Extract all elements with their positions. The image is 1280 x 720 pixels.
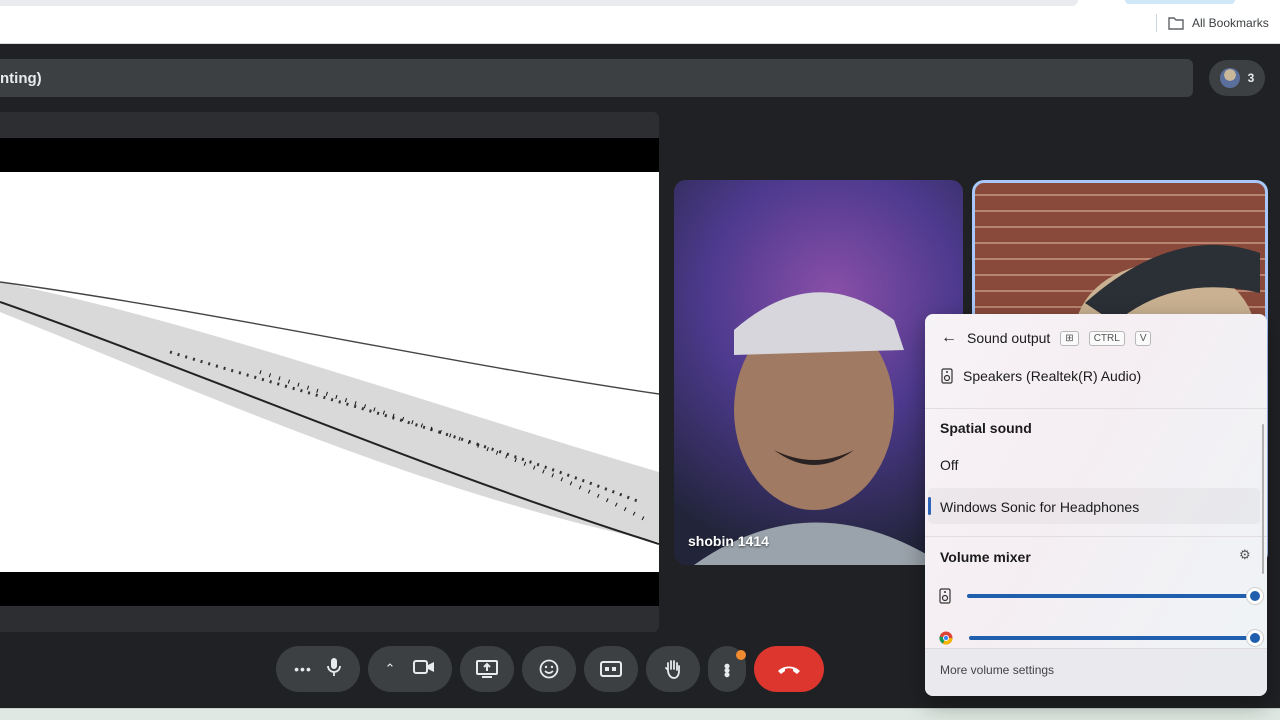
hang-up-icon — [778, 666, 800, 674]
present-screen-button[interactable] — [460, 646, 514, 692]
speakers-volume-slider[interactable] — [967, 588, 1263, 604]
speaker-icon — [939, 588, 951, 604]
output-device-item[interactable]: Speakers (Realtek(R) Audio) — [941, 368, 1141, 384]
sound-output-header: ← Sound output ⊞ CTRL V — [941, 328, 1152, 348]
notification-dot — [736, 650, 746, 660]
call-controls: ••• ⌃ ••• — [276, 646, 824, 692]
v-key: V — [1134, 330, 1152, 346]
output-device-label: Speakers (Realtek(R) Audio) — [963, 368, 1142, 384]
gear-icon[interactable]: ⚙ — [1239, 547, 1251, 563]
knife-sketch-image — [0, 281, 659, 545]
captions-icon — [600, 661, 622, 677]
sound-output-title: Sound output — [967, 330, 1051, 346]
chrome-volume-slider[interactable] — [969, 630, 1263, 646]
participant-count: 3 — [1247, 71, 1255, 85]
address-bar[interactable] — [0, 0, 1078, 6]
more-options-button[interactable]: ••• — [708, 646, 746, 692]
presentation-slide — [0, 172, 659, 572]
flyout-scrollbar[interactable] — [1262, 424, 1264, 574]
volume-mixer-heading: Volume mixer — [940, 549, 1031, 565]
speaker-icon — [941, 368, 953, 384]
participant-video — [694, 292, 944, 565]
raise-hand-button[interactable] — [646, 646, 700, 692]
sound-output-flyout: ← Sound output ⊞ CTRL V Speakers (Realte… — [925, 314, 1267, 696]
slider-thumb[interactable] — [1247, 630, 1263, 646]
audio-controls-group: ••• — [276, 646, 360, 692]
bookmarks-separator — [1156, 14, 1157, 32]
captions-button[interactable] — [584, 646, 638, 692]
presentation-title-bar: nting) — [0, 59, 1193, 97]
chrome-icon — [939, 631, 953, 645]
camera-icon[interactable] — [413, 659, 435, 680]
all-bookmarks-button[interactable]: All Bookmarks — [1168, 14, 1269, 32]
more-vert-icon: ••• — [717, 662, 737, 676]
windows-taskbar — [0, 708, 1280, 720]
more-volume-settings-link[interactable]: More volume settings — [940, 663, 1054, 677]
chrome-volume-row — [939, 628, 1263, 648]
participant-avatar-icon — [1219, 68, 1240, 88]
profile-pill[interactable] — [1125, 0, 1235, 4]
present-screen-icon — [476, 660, 498, 678]
back-arrow-icon[interactable]: ← — [941, 329, 957, 347]
spatial-option-windows-sonic[interactable]: Windows Sonic for Headphones — [940, 499, 1139, 515]
emoji-icon — [539, 659, 559, 679]
hand-icon — [665, 660, 680, 679]
people-button[interactable]: 3 — [1209, 60, 1265, 96]
windows-key-icon: ⊞ — [1060, 330, 1079, 346]
slider-thumb[interactable] — [1247, 588, 1263, 604]
browser-chrome: All Bookmarks — [0, 0, 1280, 44]
speakers-volume-row — [939, 586, 1263, 606]
presentation-tile[interactable] — [0, 112, 659, 632]
video-controls-group: ⌃ — [368, 646, 452, 692]
spatial-sound-heading: Spatial sound — [940, 420, 1032, 436]
folder-icon — [1168, 17, 1184, 30]
spatial-option-off[interactable]: Off — [940, 457, 958, 473]
leave-call-button[interactable] — [754, 646, 824, 692]
reactions-button[interactable] — [522, 646, 576, 692]
presentation-title: nting) — [0, 69, 42, 87]
flyout-footer: More volume settings — [925, 648, 1267, 696]
all-bookmarks-label: All Bookmarks — [1192, 16, 1269, 30]
participant-name: shobin 1414 — [688, 533, 769, 549]
more-audio-options-icon[interactable]: ••• — [294, 661, 312, 677]
participant-tile[interactable]: shobin 1414 — [674, 180, 963, 565]
selection-indicator — [928, 497, 931, 515]
ctrl-key: CTRL — [1088, 330, 1125, 346]
divider — [925, 408, 1267, 409]
microphone-icon[interactable] — [326, 657, 342, 682]
chevron-up-icon[interactable]: ⌃ — [385, 661, 396, 677]
divider — [925, 536, 1267, 537]
